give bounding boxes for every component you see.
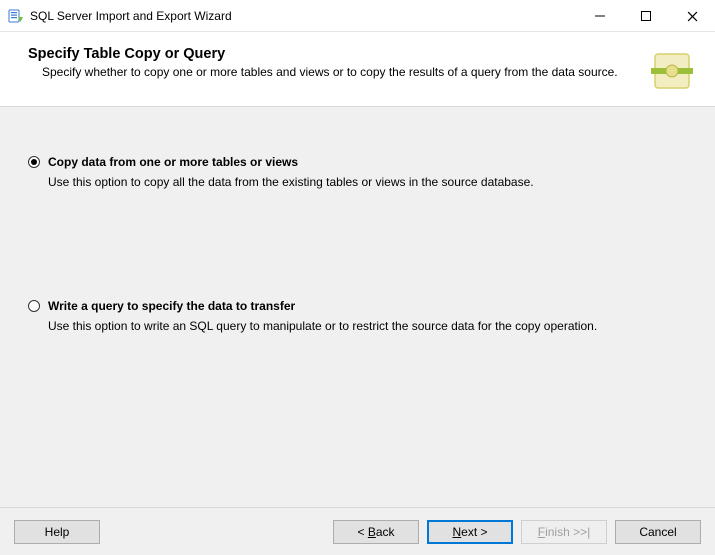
- finish-u: F: [538, 525, 545, 539]
- next-rest: ext >: [461, 525, 487, 539]
- help-button-label: Help: [45, 525, 70, 539]
- wizard-header: Specify Table Copy or Query Specify whet…: [0, 32, 715, 107]
- next-button[interactable]: Next >: [427, 520, 513, 544]
- option-write-query[interactable]: Write a query to specify the data to tra…: [28, 299, 687, 335]
- back-button[interactable]: < Back: [333, 520, 419, 544]
- page-title: Specify Table Copy or Query: [28, 46, 639, 62]
- wizard-footer: Help < Back Next > Finish >>| Cancel: [0, 507, 715, 555]
- option-write-query-description: Use this option to write an SQL query to…: [48, 319, 687, 335]
- back-u: B: [368, 525, 376, 539]
- window-title: SQL Server Import and Export Wizard: [30, 9, 577, 23]
- radio-copy-tables[interactable]: [28, 156, 40, 168]
- option-copy-tables-label: Copy data from one or more tables or vie…: [48, 155, 298, 169]
- page-description: Specify whether to copy one or more tabl…: [28, 64, 639, 80]
- app-icon: [8, 8, 24, 24]
- option-write-query-label: Write a query to specify the data to tra…: [48, 299, 295, 313]
- cancel-button-label: Cancel: [639, 525, 676, 539]
- finish-rest: inish >>|: [545, 525, 590, 539]
- minimize-button[interactable]: [577, 0, 623, 32]
- close-button[interactable]: [669, 0, 715, 32]
- next-u: N: [452, 525, 461, 539]
- maximize-button[interactable]: [623, 0, 669, 32]
- wizard-header-text: Specify Table Copy or Query Specify whet…: [28, 46, 649, 80]
- cancel-button[interactable]: Cancel: [615, 520, 701, 544]
- radio-write-query[interactable]: [28, 300, 40, 312]
- help-button[interactable]: Help: [14, 520, 100, 544]
- option-copy-tables-description: Use this option to copy all the data fro…: [48, 175, 687, 191]
- finish-button: Finish >>|: [521, 520, 607, 544]
- titlebar: SQL Server Import and Export Wizard: [0, 0, 715, 32]
- wizard-header-icon: [649, 48, 695, 94]
- back-rest: ack: [376, 525, 395, 539]
- option-copy-tables[interactable]: Copy data from one or more tables or vie…: [28, 155, 687, 191]
- back-prefix: <: [357, 525, 367, 539]
- wizard-content: Copy data from one or more tables or vie…: [0, 107, 715, 507]
- window-controls: [577, 0, 715, 31]
